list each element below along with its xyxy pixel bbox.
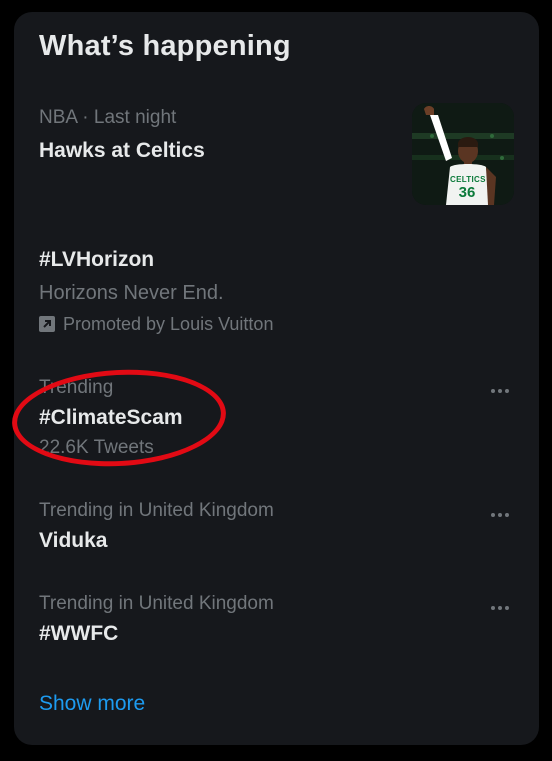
trend-thumbnail-image[interactable]: CELTICS 36 (412, 103, 514, 205)
promoted-label: Promoted by Louis Vuitton (39, 312, 273, 336)
trend-meta: Trending in United Kingdom (39, 500, 274, 521)
trend-headline: #LVHorizon (39, 248, 155, 271)
more-options-button[interactable] (487, 598, 513, 618)
promoted-arrow-icon (39, 316, 55, 332)
trend-headline: Hawks at Celtics (39, 139, 205, 162)
trend-item-nba[interactable]: NBA · Last night Hawks at Celtics (39, 106, 205, 164)
show-more-link[interactable]: Show more (39, 692, 145, 716)
jersey-number-text: 36 (458, 184, 476, 201)
trend-meta: NBA · Last night (39, 107, 177, 128)
promoted-text: Promoted by Louis Vuitton (63, 314, 274, 334)
panel-title: What’s happening (39, 30, 291, 62)
more-options-button[interactable] (487, 381, 513, 401)
trend-subtitle: Horizons Never End. (39, 282, 224, 304)
trend-headline: Viduka (39, 529, 108, 552)
trend-headline: #WWFC (39, 622, 119, 645)
trend-item-wwfc[interactable]: Trending in United Kingdom #WWFC (39, 592, 274, 647)
jersey-team-text: CELTICS (450, 175, 486, 184)
more-options-button[interactable] (487, 505, 513, 525)
trend-item-promoted[interactable]: #LVHorizon Horizons Never End. Promoted … (39, 247, 273, 336)
trend-item-viduka[interactable]: Trending in United Kingdom Viduka (39, 499, 274, 554)
trend-meta: Trending in United Kingdom (39, 593, 274, 614)
